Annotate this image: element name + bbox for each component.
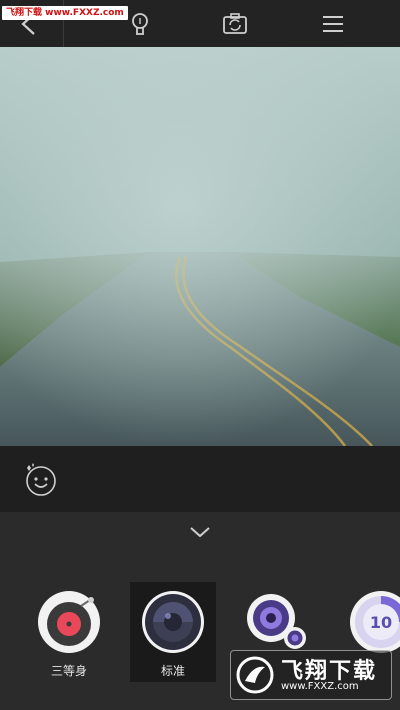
mode-standard[interactable]: 标准: [130, 582, 216, 682]
watermark-top: 飞翔下载 www.FXXZ.com: [2, 6, 128, 20]
timer-number: 10: [370, 613, 392, 632]
mode-label: 三等身: [50, 664, 87, 678]
foggy-road-photo: [0, 47, 400, 446]
switch-camera-icon[interactable]: [220, 9, 250, 39]
fxxz-logo-icon: [236, 656, 274, 694]
watermark-url: www.FXXZ.com: [281, 681, 359, 692]
lens-icon: [142, 591, 204, 653]
beauty-face-icon[interactable]: [22, 462, 58, 498]
timer-10-icon: 10: [350, 591, 400, 653]
menu-icon[interactable]: [318, 9, 348, 39]
beauty-bar: [0, 446, 400, 512]
watermark-bottom: 飞翔下载 www.FXXZ.com: [230, 650, 392, 700]
mode-label: 标准: [160, 664, 185, 678]
camera-viewfinder[interactable]: [0, 47, 400, 446]
mode-sandengshen[interactable]: 三等身: [26, 582, 112, 682]
chevron-down-icon[interactable]: [188, 524, 212, 540]
dual-lens-icon: [247, 594, 306, 649]
record-disc-icon: [38, 591, 100, 653]
lightbulb-icon[interactable]: [125, 9, 155, 39]
